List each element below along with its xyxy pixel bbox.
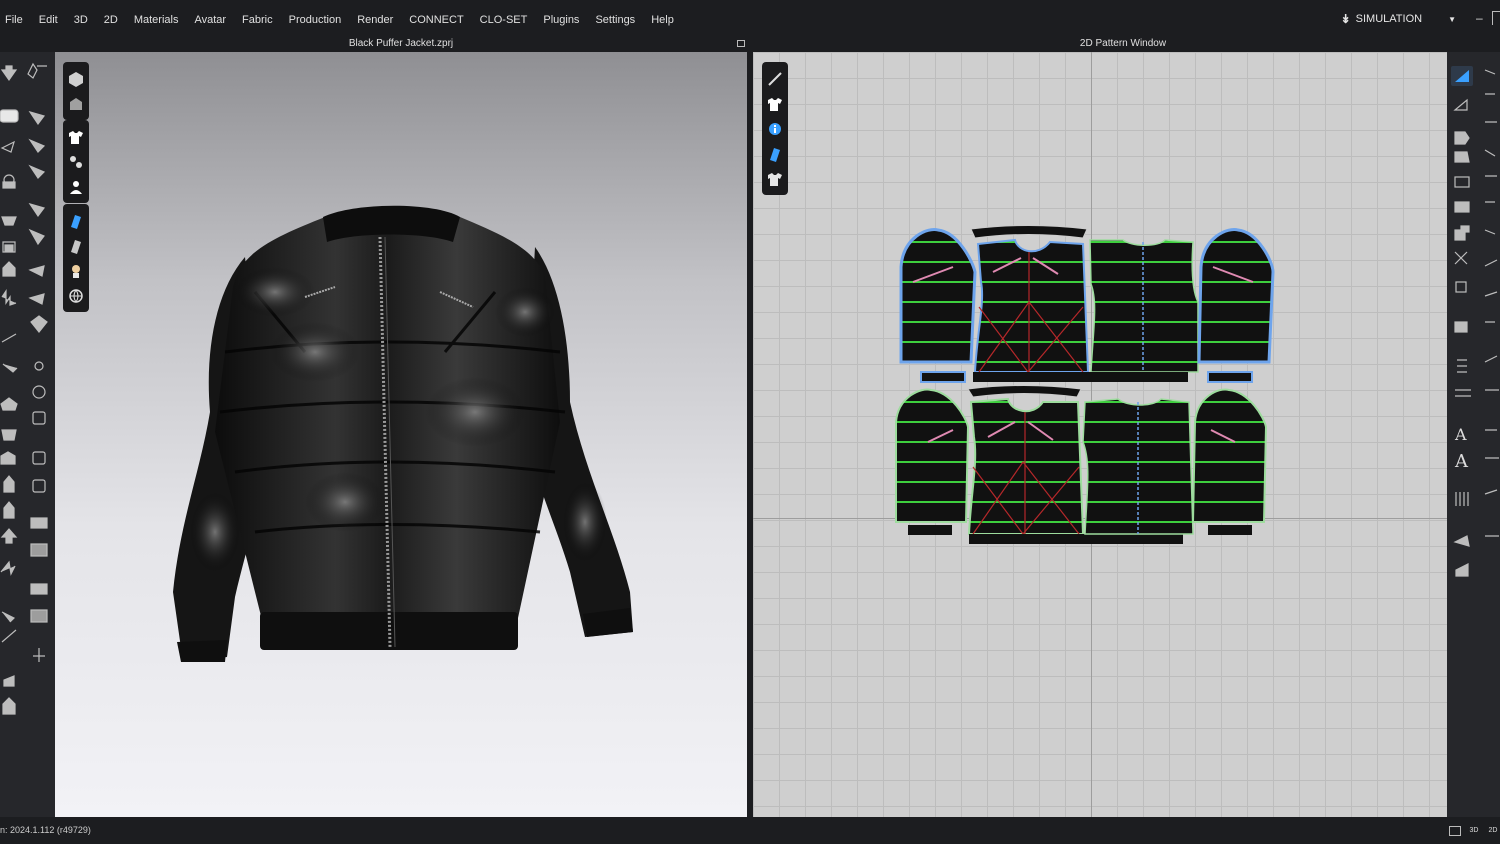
svg-text:A: A xyxy=(1454,425,1467,444)
menu-3d[interactable]: 3D xyxy=(66,0,96,38)
menu-2d[interactable]: 2D xyxy=(96,0,126,38)
menu-fabric[interactable]: Fabric xyxy=(234,0,281,38)
view-3d-button[interactable]: 3D xyxy=(1468,826,1480,836)
menu-bar: File Edit 3D 2D Materials Avatar Fabric … xyxy=(0,0,1500,38)
pattern-row-top xyxy=(899,225,1275,383)
status-bar: n: 2024.1.112 (r49729) 3D 2D xyxy=(0,817,1500,844)
viewport-2d-title: 2D Pattern Window xyxy=(1079,38,1167,49)
menu-avatar[interactable]: Avatar xyxy=(186,0,234,38)
menu-settings[interactable]: Settings xyxy=(587,0,643,38)
menu-plugins[interactable]: Plugins xyxy=(535,0,587,38)
menu-materials[interactable]: Materials xyxy=(126,0,187,38)
viewport-3d-title: Black Puffer Jacket.zprj xyxy=(348,38,454,49)
pattern-tool-icons[interactable]: A A xyxy=(1447,52,1500,817)
right-tool-panel: A A xyxy=(1447,52,1500,817)
viewport-2d[interactable] xyxy=(753,52,1447,817)
minimize-icon[interactable]: – xyxy=(1476,11,1486,25)
menu-file[interactable]: File xyxy=(0,0,31,38)
view-2d-button[interactable]: 2D xyxy=(1487,826,1499,836)
svg-text:A: A xyxy=(1454,451,1469,472)
menu-render[interactable]: Render xyxy=(349,0,401,38)
menu-clo-set[interactable]: CLO-SET xyxy=(472,0,536,38)
pattern-pieces[interactable] xyxy=(753,52,1447,817)
split-view-icon[interactable] xyxy=(1449,826,1461,836)
mode-selector[interactable]: ↡ SIMULATION ▼ xyxy=(1341,0,1456,38)
puffer-jacket-render xyxy=(173,205,633,662)
pattern-row-bottom xyxy=(895,385,1268,544)
dropdown-arrow-icon: ▼ xyxy=(1448,14,1456,24)
mode-label: SIMULATION xyxy=(1355,13,1423,25)
garment-tool-icons[interactable] xyxy=(0,52,55,817)
maximize-icon[interactable] xyxy=(1492,11,1500,25)
viewport-3d[interactable] xyxy=(55,52,747,817)
menu-help[interactable]: Help xyxy=(643,0,682,38)
menu-connect[interactable]: CONNECT xyxy=(401,0,471,38)
left-tool-panel xyxy=(0,52,55,817)
simulation-chevron-icon: ↡ xyxy=(1340,12,1351,26)
menu-production[interactable]: Production xyxy=(281,0,350,38)
window-restore-icon[interactable] xyxy=(737,40,745,47)
menu-edit[interactable]: Edit xyxy=(31,0,66,38)
version-label: n: 2024.1.112 (r49729) xyxy=(0,825,91,835)
